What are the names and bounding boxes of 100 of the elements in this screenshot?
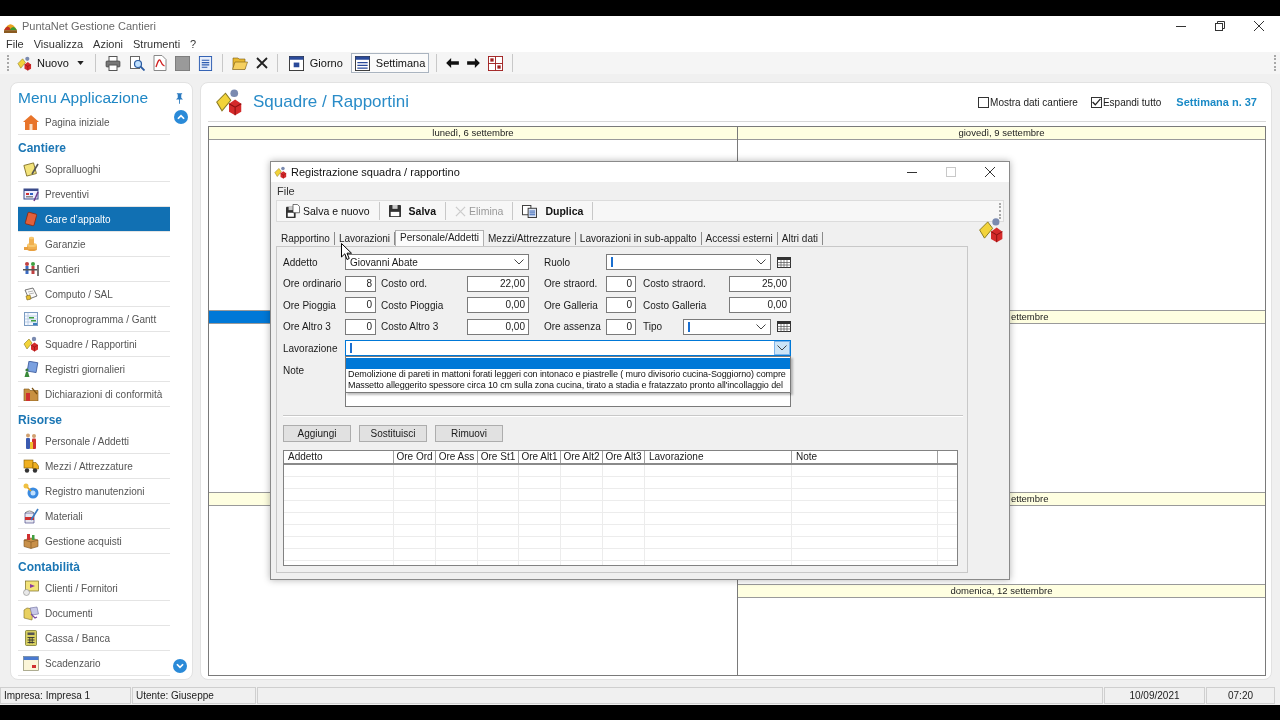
sidebar-item[interactable]: Cronoprogramma / Gantt: [18, 307, 170, 332]
sidebar-item[interactable]: Materiali: [18, 504, 170, 529]
tab[interactable]: Lavorazioni in sub-appalto: [575, 232, 702, 245]
dropdown-field[interactable]: [606, 254, 771, 270]
number-field[interactable]: 0: [606, 318, 636, 335]
sidebar-item[interactable]: Garanzie: [18, 232, 170, 257]
text-cursor-icon: [688, 321, 690, 332]
cross-icon[interactable]: [255, 57, 268, 69]
replace-button[interactable]: Sostituisci: [359, 424, 427, 442]
number-field[interactable]: 0: [345, 297, 376, 313]
folder-icon: [23, 605, 39, 621]
chevron-down-icon[interactable]: [514, 259, 524, 265]
dropdown-field[interactable]: Giovanni Abate: [345, 254, 529, 270]
sidebar-item[interactable]: Registri giornalieri: [18, 357, 170, 382]
number-field[interactable]: 0: [345, 318, 376, 335]
tab[interactable]: Rapportino: [277, 232, 335, 245]
view-button[interactable]: Settimana: [350, 53, 430, 73]
number-field[interactable]: 0: [606, 297, 636, 313]
column-header[interactable]: Ore Alt2: [561, 450, 603, 463]
sidebar-item[interactable]: Registro manutenzioni: [18, 479, 170, 504]
column-header[interactable]: Ore Alt3: [603, 450, 645, 463]
duplicate-button[interactable]: Duplica: [519, 201, 587, 221]
dropdown-option[interactable]: Demolizione di pareti in mattoni forati leggeri con intonaco e piastrelle ( muro divisorio cucina-Soggiorno) compre: [346, 369, 790, 380]
table-icon[interactable]: [777, 256, 791, 268]
minimize-icon[interactable]: [1175, 25, 1186, 27]
document-icon[interactable]: [197, 55, 213, 71]
column-header[interactable]: Ore Alt1: [519, 450, 561, 463]
sidebar-item[interactable]: Dichiarazioni di conformità: [18, 382, 170, 407]
day-header[interactable]: ettembre: [1010, 492, 1265, 507]
number-field[interactable]: 22,00: [467, 275, 529, 292]
sidebar-item[interactable]: Cantieri: [18, 257, 170, 282]
column-header[interactable]: Ore St1: [478, 450, 519, 463]
number-field[interactable]: 8: [345, 275, 376, 292]
sidebar-item[interactable]: Personale / Addetti: [18, 429, 170, 454]
column-header[interactable]: Ore Ord: [394, 450, 436, 463]
checkbox-label[interactable]: Mostra dati cantiere: [990, 96, 1078, 108]
close-icon[interactable]: [984, 167, 995, 177]
tab[interactable]: Altri dati: [777, 232, 823, 245]
number-field[interactable]: 25,00: [729, 275, 791, 292]
printer-icon[interactable]: [104, 55, 121, 71]
column-header[interactable]: Ore Ass: [436, 450, 478, 463]
number-field[interactable]: 0,00: [729, 297, 791, 313]
sidebar-item[interactable]: Pagina iniziale: [18, 110, 170, 135]
day-header[interactable]: giovedì, 9 settembre: [738, 127, 1265, 140]
square-icon[interactable]: [174, 55, 190, 71]
dropdown-field[interactable]: [683, 318, 771, 335]
number-field[interactable]: 0,00: [467, 297, 529, 313]
tab[interactable]: Mezzi/Attrezzature: [484, 232, 576, 245]
sidebar-item[interactable]: Gare d’appalto: [18, 207, 170, 232]
menu-item[interactable]: File: [1, 37, 29, 51]
restore-icon[interactable]: [1214, 21, 1225, 31]
scroll-down-icon[interactable]: [173, 659, 187, 673]
dropdown-option[interactable]: Massetto alleggerito spessore circa 10 cm sulla zona cucina, tirato a stadia e fratazzato pronto all'incollaggio del: [346, 380, 790, 391]
scroll-up-icon[interactable]: [174, 110, 188, 124]
day-header[interactable]: [209, 492, 270, 507]
sidebar-item[interactable]: Documenti: [18, 601, 170, 626]
tab[interactable]: Personale/Addetti: [395, 230, 485, 246]
remove-button[interactable]: Rimuovi: [435, 424, 503, 442]
save-new-button[interactable]: Salva e nuovo: [283, 201, 373, 221]
day-header[interactable]: lunedì, 6 settembre: [209, 127, 737, 140]
pin-icon[interactable]: [176, 92, 183, 104]
checkbox-label[interactable]: Espandi tutto: [1102, 96, 1162, 108]
tab[interactable]: Accessi esterni: [701, 232, 778, 245]
checkbox[interactable]: [978, 96, 990, 108]
arrow-right-icon[interactable]: [467, 58, 481, 68]
new-button[interactable]: Nuovo: [13, 53, 88, 73]
menu-item[interactable]: Visualizza: [28, 37, 89, 51]
number-field[interactable]: 0: [606, 275, 636, 292]
magnifier-icon[interactable]: [128, 55, 145, 71]
column-header[interactable]: Lavorazione: [645, 450, 792, 463]
menu-item[interactable]: Strumenti: [128, 37, 186, 51]
menu-item[interactable]: File: [272, 183, 300, 198]
sidebar-item[interactable]: Scadenzario: [18, 651, 170, 676]
sidebar-item[interactable]: Clienti / Fornitori: [18, 576, 170, 601]
column-header[interactable]: Addetto: [284, 450, 394, 463]
menu-item[interactable]: Azioni: [88, 37, 129, 51]
view-button[interactable]: Giorno: [284, 53, 347, 73]
sidebar-item[interactable]: Mezzi / Attrezzature: [18, 454, 170, 479]
arrow-left-icon[interactable]: [446, 58, 460, 68]
save-button[interactable]: Salva: [385, 201, 439, 221]
table-icon[interactable]: [777, 321, 791, 332]
menu-item[interactable]: ?: [185, 37, 202, 51]
sidebar-item[interactable]: Cassa / Banca: [18, 626, 170, 651]
pdf-file-icon[interactable]: [152, 55, 167, 71]
checkbox[interactable]: [1090, 96, 1102, 108]
grid-icon[interactable]: [488, 55, 504, 71]
sidebar-item[interactable]: Squadre / Rapportini: [18, 332, 170, 357]
column-header[interactable]: Note: [792, 450, 938, 463]
sidebar-item[interactable]: Computo / SAL: [18, 282, 170, 307]
chevron-down-icon[interactable]: [774, 341, 790, 355]
minimize-icon[interactable]: [906, 171, 917, 173]
sidebar-item[interactable]: Gestione acquisti: [18, 529, 170, 554]
sidebar-item[interactable]: Sopralluoghi: [18, 157, 170, 182]
chevron-down-icon[interactable]: [756, 259, 766, 265]
chevron-down-icon[interactable]: [756, 323, 766, 330]
field-label: Costo ord.: [381, 278, 429, 289]
add-button[interactable]: Aggiungi: [283, 424, 351, 442]
close-icon[interactable]: [1253, 21, 1264, 31]
number-field[interactable]: 0,00: [467, 318, 529, 335]
folder-icon[interactable]: [231, 56, 248, 70]
